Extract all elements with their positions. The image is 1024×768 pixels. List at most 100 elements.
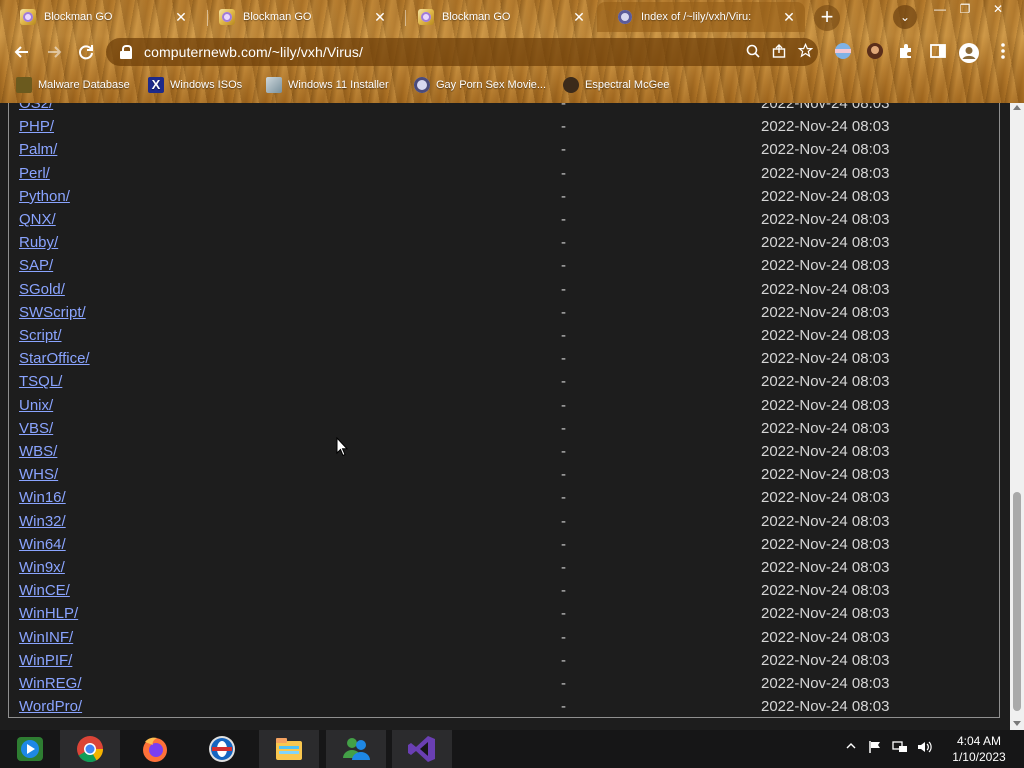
- taskbar-messenger[interactable]: [326, 730, 386, 768]
- forward-button[interactable]: [43, 41, 65, 63]
- scrollbar-thumb[interactable]: [1013, 492, 1021, 711]
- extension-avatar-icon[interactable]: [864, 42, 886, 64]
- directory-link[interactable]: Perl/: [19, 162, 50, 185]
- taskbar-media-center[interactable]: [0, 730, 60, 768]
- bookmark-star-icon[interactable]: [792, 42, 818, 61]
- directory-link[interactable]: WinHLP/: [19, 602, 78, 625]
- directory-link[interactable]: TSQL/: [19, 370, 62, 393]
- tab-close-icon[interactable]: ✕: [372, 9, 388, 26]
- taskbar-file-explorer[interactable]: [259, 730, 319, 768]
- size-cell: -: [561, 419, 566, 437]
- directory-link[interactable]: WinPIF/: [19, 649, 72, 672]
- reload-button[interactable]: [75, 41, 97, 63]
- scroll-up-arrow-icon[interactable]: [1013, 105, 1021, 110]
- last-modified-cell: 2022-Nov-24 08:03: [761, 373, 890, 391]
- directory-link[interactable]: Palm/: [19, 138, 57, 161]
- size-cell: -: [561, 535, 566, 553]
- restore-button[interactable]: ❐: [952, 0, 978, 18]
- listing-row: Perl/ - 2022-Nov-24 08:03: [9, 162, 999, 185]
- directory-link[interactable]: Win64/: [19, 533, 66, 556]
- directory-link[interactable]: WinREG/: [19, 672, 82, 695]
- clock-date: 1/10/2023: [952, 750, 1006, 764]
- minimize-button[interactable]: —: [927, 0, 953, 18]
- bookmark-windows-isos[interactable]: X Windows ISOs: [148, 75, 242, 95]
- directory-link[interactable]: PHP/: [19, 115, 54, 138]
- extensions-puzzle-icon[interactable]: [895, 42, 917, 64]
- share-icon[interactable]: [766, 43, 792, 61]
- tab-close-icon[interactable]: ✕: [781, 9, 797, 26]
- taskbar-visual-studio[interactable]: [392, 730, 452, 768]
- last-modified-cell: 2022-Nov-24 08:03: [761, 419, 890, 437]
- directory-link[interactable]: WHS/: [19, 463, 58, 486]
- scroll-down-arrow-icon[interactable]: [1013, 721, 1021, 726]
- page-content: OS2/ - 2022-Nov-24 08:03 PHP/ - 2022-Nov-24 0…: [0, 103, 1024, 730]
- tab-index-of-virus[interactable]: Index of /~lily/vxh/Viru: ✕: [597, 2, 805, 32]
- directory-link[interactable]: WinCE/: [19, 579, 70, 602]
- tab-blockman-2[interactable]: Blockman GO ✕: [199, 2, 396, 32]
- taskbar-opera[interactable]: [192, 730, 252, 768]
- size-cell: -: [561, 675, 566, 692]
- listing-row: WinPIF/ - 2022-Nov-24 08:03: [9, 649, 999, 672]
- directory-link[interactable]: Unix/: [19, 394, 53, 417]
- size-cell: -: [561, 466, 566, 484]
- directory-link[interactable]: SAP/: [19, 254, 53, 277]
- side-panel-icon[interactable]: [927, 42, 949, 64]
- vertical-scrollbar[interactable]: [1010, 103, 1024, 730]
- directory-link[interactable]: Win32/: [19, 510, 66, 533]
- zoom-search-icon[interactable]: [740, 44, 766, 61]
- directory-link[interactable]: StarOffice/: [19, 347, 90, 370]
- directory-link[interactable]: QNX/: [19, 208, 56, 231]
- action-center-flag-icon[interactable]: [868, 740, 882, 757]
- installer-image-icon: [266, 77, 282, 93]
- last-modified-cell: 2022-Nov-24 08:03: [761, 303, 890, 321]
- tab-close-icon[interactable]: ✕: [173, 9, 189, 26]
- directory-link[interactable]: Script/: [19, 324, 62, 347]
- system-clock[interactable]: 4:04 AM 1/10/2023: [948, 733, 1010, 765]
- lock-icon[interactable]: [120, 45, 132, 59]
- address-bar[interactable]: computernewb.com/~lily/vxh/Virus/: [106, 38, 818, 66]
- directory-link[interactable]: SWScript/: [19, 301, 86, 324]
- tab-blockman-1[interactable]: Blockman GO ✕: [0, 2, 197, 32]
- directory-link[interactable]: WBS/: [19, 440, 57, 463]
- last-modified-cell: 2022-Nov-24 08:03: [761, 582, 890, 600]
- directory-link[interactable]: Python/: [19, 185, 70, 208]
- bookmark-label: Windows 11 Installer: [288, 79, 389, 91]
- size-cell: -: [561, 303, 566, 321]
- new-tab-button[interactable]: +: [814, 5, 840, 31]
- tab-close-icon[interactable]: ✕: [571, 9, 587, 26]
- listing-row: Palm/ - 2022-Nov-24 08:03: [9, 138, 999, 161]
- show-hidden-icons-icon[interactable]: [846, 740, 856, 754]
- tab-blockman-3[interactable]: Blockman GO ✕: [398, 2, 595, 32]
- tab-search-button[interactable]: ⌄: [893, 5, 917, 29]
- directory-link[interactable]: WinINF/: [19, 626, 73, 649]
- directory-link[interactable]: OS2/: [19, 103, 53, 115]
- directory-listing-table: OS2/ - 2022-Nov-24 08:03 PHP/ - 2022-Nov-24 0…: [8, 103, 1000, 718]
- volume-icon[interactable]: [917, 740, 933, 757]
- close-window-button[interactable]: ✕: [985, 0, 1011, 18]
- profile-icon[interactable]: [958, 42, 980, 64]
- bookmark-espectral-mcgee[interactable]: Espectral McGee: [563, 75, 669, 95]
- taskbar-firefox[interactable]: [125, 730, 185, 768]
- listing-row: StarOffice/ - 2022-Nov-24 08:03: [9, 347, 999, 370]
- listing-row: Script/ - 2022-Nov-24 08:03: [9, 324, 999, 347]
- listing-row: WinCE/ - 2022-Nov-24 08:03: [9, 579, 999, 602]
- directory-link[interactable]: Win16/: [19, 486, 66, 509]
- directory-link[interactable]: VBS/: [19, 417, 53, 440]
- taskbar-chrome[interactable]: [60, 730, 120, 768]
- directory-link[interactable]: WordPro/: [19, 695, 82, 718]
- bookmark-label: Windows ISOs: [170, 79, 243, 91]
- windows-taskbar: 4:04 AM 1/10/2023: [0, 730, 1024, 768]
- directory-link[interactable]: Ruby/: [19, 231, 58, 254]
- browser-menu-icon[interactable]: [992, 42, 1014, 64]
- bookmark-gay-porn-sex-movie[interactable]: Gay Porn Sex Movie...: [414, 75, 546, 95]
- url-text[interactable]: computernewb.com/~lily/vxh/Virus/: [144, 44, 740, 60]
- directory-link[interactable]: SGold/: [19, 278, 65, 301]
- directory-link[interactable]: Win9x/: [19, 556, 65, 579]
- listing-row: Python/ - 2022-Nov-24 08:03: [9, 185, 999, 208]
- bookmark-windows-11-installer[interactable]: Windows 11 Installer: [266, 75, 389, 95]
- bookmark-malware-database[interactable]: Malware Database: [16, 75, 130, 95]
- network-icon[interactable]: [892, 740, 908, 757]
- blockman-favicon-icon: [20, 9, 36, 25]
- back-button[interactable]: [11, 41, 33, 63]
- extension-globe-icon[interactable]: [832, 42, 854, 64]
